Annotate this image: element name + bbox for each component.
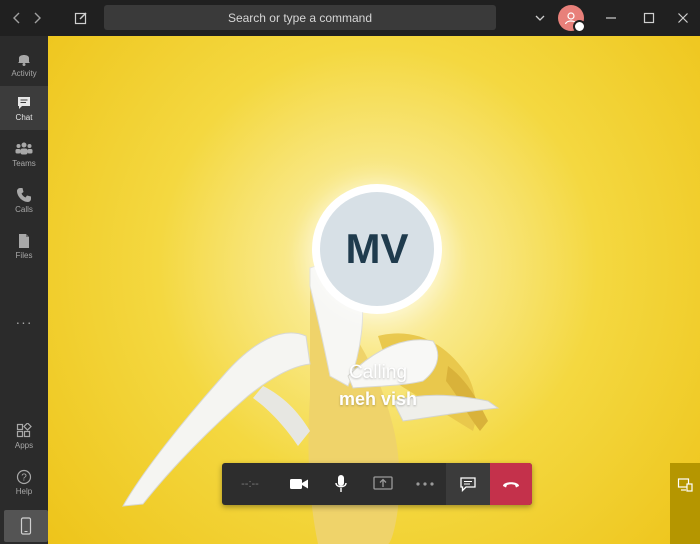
rail-label-files: Files [15, 250, 33, 260]
chat-bubble-icon [460, 477, 476, 492]
phone-icon [17, 187, 31, 202]
video-camera-icon [290, 479, 308, 489]
rail-item-apps[interactable]: Apps [0, 414, 48, 458]
minimize-icon[interactable] [598, 0, 624, 36]
more-apps-button[interactable]: ··· [0, 314, 48, 330]
rail-item-teams[interactable]: Teams [0, 132, 48, 176]
compose-icon[interactable] [68, 0, 94, 36]
show-conversation-button[interactable] [446, 463, 490, 505]
apps-icon [16, 422, 32, 437]
mobile-device-icon [20, 517, 32, 535]
device-panel-button[interactable] [670, 463, 700, 544]
title-bar: Search or type a command [0, 0, 700, 36]
microphone-icon [335, 475, 347, 492]
camera-button[interactable] [278, 463, 320, 505]
more-icon [416, 482, 434, 486]
hang-up-icon [503, 482, 519, 488]
callee-name: meh vish [338, 389, 418, 409]
rail-item-files[interactable]: Files [0, 224, 48, 268]
presence-indicator [573, 20, 586, 33]
callee-avatar: MV [320, 192, 434, 306]
call-controls-bar: --:-- [222, 463, 532, 505]
rail-label-teams: Teams [12, 158, 36, 168]
device-settings-icon [677, 478, 693, 492]
rail-label-calls: Calls [15, 204, 33, 214]
svg-text:?: ? [21, 472, 27, 483]
rail-label-chat: Chat [15, 112, 33, 122]
call-timer-text: --:-- [241, 478, 259, 490]
profile-avatar[interactable] [558, 5, 586, 33]
rail-item-chat[interactable]: Chat [0, 86, 48, 130]
call-timer: --:-- [222, 463, 278, 505]
rail-label-apps: Apps [14, 440, 34, 450]
file-icon [19, 233, 29, 248]
rail-item-help[interactable]: ? Help [0, 460, 48, 504]
bell-icon [18, 54, 30, 66]
app-bar: Activity Chat Teams Calls Files ··· Apps… [0, 36, 48, 544]
call-status-text: Calling [348, 362, 408, 383]
close-icon[interactable] [670, 0, 696, 36]
rail-item-activity[interactable]: Activity [0, 42, 48, 86]
share-screen-button[interactable] [362, 463, 404, 505]
more-actions-button[interactable] [404, 463, 446, 505]
forward-icon[interactable] [24, 0, 50, 36]
chevron-down-icon[interactable] [530, 0, 550, 36]
chat-icon [18, 96, 30, 109]
maximize-icon[interactable] [636, 0, 662, 36]
rail-item-calls[interactable]: Calls [0, 178, 48, 222]
search-input[interactable]: Search or type a command [104, 5, 496, 30]
hang-up-button[interactable] [490, 463, 532, 505]
share-screen-icon [373, 476, 393, 490]
teams-icon [15, 142, 33, 154]
microphone-button[interactable] [320, 463, 362, 505]
device-button[interactable] [4, 510, 48, 542]
help-icon: ? [16, 469, 32, 484]
rail-label-help: Help [15, 486, 33, 496]
rail-label-activity: Activity [11, 68, 37, 78]
